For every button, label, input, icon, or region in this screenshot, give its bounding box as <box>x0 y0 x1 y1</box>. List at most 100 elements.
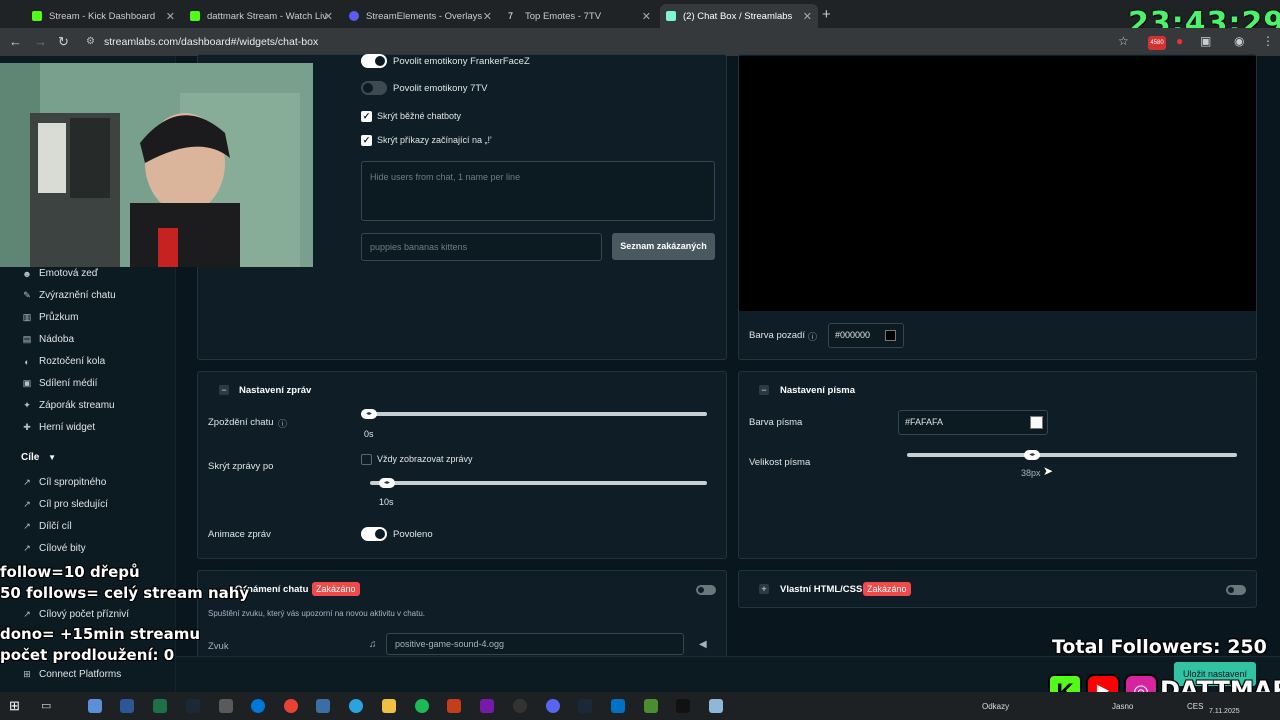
browser-tab-kick-dashboard[interactable]: Stream - Kick Dashboard ✕ <box>26 4 181 28</box>
excel-icon[interactable] <box>153 699 167 713</box>
app-icon[interactable] <box>316 699 330 713</box>
sidebar-item-follower-goal[interactable]: ↗ Cíl pro sledující <box>22 499 108 510</box>
app-icon[interactable] <box>709 699 723 713</box>
chrome-icon[interactable] <box>284 699 298 713</box>
outlook-icon[interactable] <box>611 699 625 713</box>
7tv-label: Povolit emotikony 7TV <box>393 83 488 94</box>
back-icon[interactable]: ← <box>9 34 22 49</box>
chat-preview <box>739 56 1256 311</box>
extension-badge[interactable]: 4580 <box>1148 36 1166 50</box>
banned-words-input[interactable]: puppies bananas kittens <box>361 233 602 261</box>
sidebar-item-bits-goal[interactable]: ↗ Cílové bity <box>22 543 85 554</box>
app-icon[interactable] <box>219 699 233 713</box>
steam-icon[interactable] <box>578 699 592 713</box>
info-icon[interactable]: ⓘ <box>278 417 287 430</box>
hide-bots-label: Skrýt běžné chatboty <box>377 111 462 121</box>
close-tab-icon[interactable]: ✕ <box>642 10 651 23</box>
browser-tab-kick-watch[interactable]: dattmark Stream - Watch Live o ✕ <box>184 4 339 28</box>
bookmark-star-icon[interactable]: ☆ <box>1118 34 1129 48</box>
obs-icon[interactable] <box>513 699 527 713</box>
collapse-icon[interactable]: − <box>759 385 769 395</box>
tiktok-icon[interactable] <box>676 699 690 713</box>
slider-handle[interactable]: ◂▸ <box>378 478 395 488</box>
always-show-checkbox[interactable] <box>361 454 372 465</box>
slider-handle[interactable]: ◂▸ <box>361 409 377 419</box>
weather-text[interactable]: Jasno <box>1112 702 1133 711</box>
close-tab-icon[interactable]: ✕ <box>166 10 175 23</box>
browser-tab-streamlabs[interactable]: (2) Chat Box / Streamlabs ✕ <box>660 4 818 28</box>
sidebar-item-game-widget[interactable]: ✚ Herní widget <box>22 422 95 433</box>
webcam-image <box>0 63 313 267</box>
sound-label: Zvuk <box>208 641 229 652</box>
close-tab-icon[interactable]: ✕ <box>803 10 812 23</box>
extensions-puzzle-icon[interactable]: ▣ <box>1200 34 1211 48</box>
background-color-swatch[interactable] <box>885 330 896 341</box>
sidebar-item-poll[interactable]: ▥ Průzkum <box>22 312 79 323</box>
sidebar-item-supporter-goal[interactable]: ↗ Cílový počet přízniví <box>22 609 129 620</box>
spotify-icon[interactable] <box>415 699 429 713</box>
forward-icon[interactable]: → <box>34 34 47 49</box>
language-indicator[interactable]: CES <box>1187 702 1203 711</box>
taskbar-date: 7.11.2025 <box>1209 708 1240 715</box>
sidebar-section-goals[interactable]: Cíle ▼ <box>21 452 56 463</box>
chat-delay-label: Zpoždění chatu <box>208 417 274 428</box>
reload-icon[interactable]: ↻ <box>58 34 69 50</box>
sidebar-item-spin-wheel[interactable]: ◐ Roztočení kola <box>22 356 105 367</box>
sidebar-item-media-share[interactable]: ▣ Sdílení médií <box>22 378 98 389</box>
sidebar-item-sub-goal[interactable]: ↗ Dílčí cíl <box>22 521 72 532</box>
sidebar-item-emote-wall[interactable]: ☻ Emotová zeď <box>22 268 98 279</box>
hide-commands-checkbox[interactable]: ✓ <box>361 135 372 146</box>
new-tab-icon[interactable]: + <box>822 6 831 23</box>
chat-delay-slider[interactable]: ◂▸ <box>361 409 707 419</box>
animation-toggle[interactable] <box>361 527 387 541</box>
slider-handle[interactable]: ◂▸ <box>1024 450 1041 460</box>
hide-messages-slider[interactable]: ◂▸ <box>370 478 707 488</box>
sidebar-item-connect-platforms[interactable]: ⊞ Connect Platforms <box>22 669 121 680</box>
links-toolbar[interactable]: Odkazy <box>982 702 1009 711</box>
windows-start-icon[interactable]: ⊞ <box>9 699 23 713</box>
background-color-label: Barva pozadí <box>749 330 805 341</box>
7tv-toggle[interactable] <box>361 81 387 95</box>
steam-icon[interactable] <box>186 699 200 713</box>
url-text[interactable]: streamlabs.com/dashboard#/widgets/chat-b… <box>104 36 318 48</box>
profile-icon[interactable]: ◉ <box>1234 34 1244 48</box>
discord-icon[interactable] <box>546 699 560 713</box>
sidebar-item-jar[interactable]: ▤ Nádoba <box>22 334 74 345</box>
sidebar-item-chat-highlight[interactable]: ✎ Zvýraznění chatu <box>22 290 116 301</box>
frankerfacez-toggle[interactable] <box>361 54 387 68</box>
file-explorer-icon[interactable] <box>382 699 396 713</box>
onenote-icon[interactable] <box>480 699 494 713</box>
browser-tab-streamelements[interactable]: StreamElements - Overlays ✕ <box>343 4 498 28</box>
info-icon[interactable]: ⓘ <box>808 330 817 343</box>
word-icon[interactable] <box>120 699 134 713</box>
volume-icon[interactable]: ◀ <box>699 639 707 650</box>
browser-tab-7tv[interactable]: 7 Top Emotes - 7TV ✕ <box>502 4 657 28</box>
weather-app-icon[interactable] <box>88 699 102 713</box>
custom-css-toggle[interactable] <box>1226 585 1246 595</box>
telegram-icon[interactable] <box>349 699 363 713</box>
task-view-icon[interactable]: ▭ <box>41 699 55 713</box>
sidebar-item-tip-goal[interactable]: ↗ Cíl spropitného <box>22 477 106 488</box>
site-info-icon[interactable]: ⚙ <box>86 36 95 47</box>
custom-css-title: Vlastní HTML/CSS <box>780 584 863 595</box>
sub-goal-icon: ↗ <box>23 521 31 531</box>
collapse-icon[interactable]: − <box>219 385 229 395</box>
hide-users-textarea[interactable]: Hide users from chat, 1 name per line <box>361 161 715 221</box>
hide-bots-checkbox[interactable]: ✓ <box>361 111 372 122</box>
minecraft-icon[interactable] <box>644 699 658 713</box>
close-tab-icon[interactable]: ✕ <box>324 10 333 23</box>
extension-icon[interactable]: ● <box>1176 34 1183 48</box>
close-tab-icon[interactable]: ✕ <box>483 10 492 23</box>
banned-list-button[interactable]: Seznam zakázaných <box>612 233 715 260</box>
font-size-slider[interactable]: ◂▸ <box>907 450 1237 460</box>
edge-icon[interactable] <box>251 699 265 713</box>
sidebar-item-stream-villain[interactable]: ✦ Záporák streamu <box>22 400 114 411</box>
supporter-goal-icon: ↗ <box>23 609 31 619</box>
font-color-input[interactable]: #FAFAFA <box>898 410 1048 435</box>
expand-icon[interactable]: + <box>759 584 769 594</box>
font-color-swatch[interactable] <box>1030 416 1043 429</box>
chat-alert-toggle[interactable] <box>696 585 716 595</box>
powerpoint-icon[interactable] <box>447 699 461 713</box>
browser-menu-icon[interactable]: ⋮ <box>1262 34 1274 48</box>
sound-file-input[interactable]: positive-game-sound-4.ogg <box>386 633 684 655</box>
